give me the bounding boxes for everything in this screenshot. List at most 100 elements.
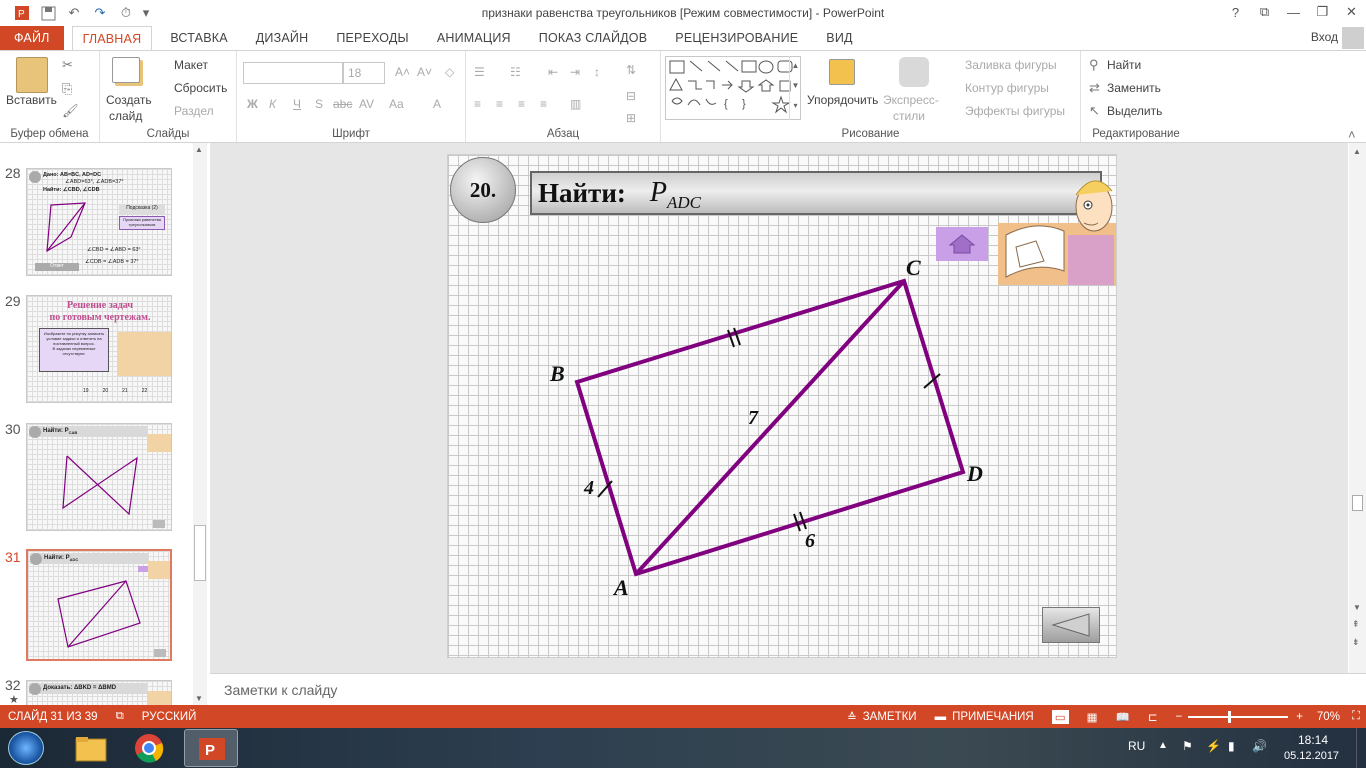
shadow-button[interactable]: S — [315, 97, 323, 111]
notes-pane[interactable]: Заметки к слайду — [210, 673, 1366, 705]
reading-view-icon[interactable]: 📖 — [1116, 710, 1130, 724]
numbering-icon[interactable]: ☷ — [510, 65, 521, 79]
align-left-icon[interactable]: ≡ — [474, 97, 481, 111]
comments-toggle[interactable]: ПРИМЕЧАНИЯ — [952, 711, 1034, 723]
quick-styles-button[interactable]: Экспресс- — [883, 93, 939, 107]
align-text-icon[interactable]: ⊟ — [626, 89, 636, 103]
scroll-down-icon[interactable]: ▼ — [195, 694, 203, 703]
current-slide[interactable]: 20. Найти: P ADC A B C D 4 7 6 — [447, 154, 1117, 658]
language-indicator[interactable]: РУССКИЙ — [142, 711, 197, 723]
scroll-up-icon[interactable]: ▲ — [195, 145, 203, 154]
find-button[interactable]: Найти — [1107, 58, 1141, 72]
font-size-input[interactable]: 18 — [343, 62, 385, 84]
tab-insert[interactable]: ВСТАВКА — [160, 26, 237, 50]
shapes-gallery[interactable]: {} — [665, 56, 801, 120]
maximize-icon[interactable]: ❐ — [1308, 0, 1337, 24]
underline-button[interactable]: Ч — [293, 97, 301, 111]
ribbon-display-icon[interactable]: ⧉ — [1250, 0, 1279, 24]
tab-file[interactable]: ФАЙЛ — [0, 26, 64, 50]
customize-qat-icon[interactable]: ▾ — [140, 2, 152, 24]
font-color-button[interactable]: A — [433, 97, 441, 111]
tray-volume-icon[interactable]: 🔊 — [1252, 739, 1267, 753]
arrange-button[interactable]: Упорядочить — [807, 93, 878, 107]
tab-review[interactable]: РЕЦЕНЗИРОВАНИЕ — [665, 26, 808, 50]
thumbnail-slide-30[interactable]: Найти: PCAB — [26, 423, 172, 531]
tab-transitions[interactable]: ПЕРЕХОДЫ — [326, 26, 419, 50]
zoom-out-icon[interactable]: − — [1175, 711, 1182, 723]
replace-button[interactable]: Заменить — [1107, 81, 1161, 95]
shape-outline-button[interactable]: Контур фигуры — [965, 81, 1049, 95]
scroll-up-icon[interactable]: ▲ — [1353, 147, 1361, 156]
decrease-indent-icon[interactable]: ⇤ — [548, 65, 558, 79]
paste-button[interactable]: Вставить — [6, 93, 57, 107]
tray-signal-icon[interactable]: ▮ — [1228, 739, 1235, 753]
spellcheck-icon[interactable]: ⧉ — [116, 710, 124, 723]
bold-button[interactable]: Ж — [247, 97, 258, 111]
new-slide-button-line2[interactable]: слайд — [109, 109, 142, 123]
thumbnail-slide-31[interactable]: Найти: PADC — [26, 549, 172, 661]
slide-scroll-thumb[interactable] — [1352, 495, 1363, 511]
tab-animations[interactable]: АНИМАЦИЯ — [427, 26, 521, 50]
collapse-ribbon-icon[interactable]: ˄ — [1348, 127, 1356, 142]
tab-design[interactable]: ДИЗАЙН — [246, 26, 319, 50]
select-button[interactable]: Выделить — [1107, 104, 1162, 118]
increase-indent-icon[interactable]: ⇥ — [570, 65, 580, 79]
sign-in-link[interactable]: Вход — [1311, 30, 1338, 44]
zoom-slider-thumb[interactable] — [1228, 710, 1232, 723]
format-painter-icon[interactable]: 🖌 — [62, 103, 79, 119]
justify-icon[interactable]: ≡ — [540, 97, 547, 111]
columns-icon[interactable]: ▥ — [570, 97, 581, 111]
avatar[interactable] — [1342, 27, 1364, 49]
close-icon[interactable]: ✕ — [1337, 0, 1366, 24]
minimize-icon[interactable]: — — [1279, 0, 1308, 24]
taskbar-explorer[interactable] — [64, 729, 118, 767]
thumbnail-slide-28[interactable]: Дано: AB=BC, AD=DC ∠ABD=63°, ∠ADB=37° На… — [26, 168, 172, 276]
zoom-slider[interactable] — [1188, 710, 1289, 723]
shrink-font-icon[interactable]: A˅ — [417, 65, 432, 79]
slide-sorter-icon[interactable]: ▦ — [1087, 710, 1098, 724]
tray-network-icon[interactable]: ⚡ — [1206, 739, 1221, 753]
shape-effects-button[interactable]: Эффекты фигуры — [965, 104, 1065, 118]
grow-font-icon[interactable]: A˄ — [395, 65, 410, 79]
bullets-icon[interactable]: ☰ — [474, 65, 485, 79]
input-language[interactable]: RU — [1128, 739, 1145, 753]
thumbnail-slide-29[interactable]: Решение задач по готовым чертежам. Изобр… — [26, 295, 172, 403]
new-slide-icon[interactable] — [112, 57, 140, 83]
smartart-icon[interactable]: ⊞ — [626, 111, 636, 125]
start-show-icon[interactable]: ⏱ — [114, 2, 138, 24]
char-spacing-button[interactable]: AV — [359, 97, 374, 111]
strikethrough-button[interactable]: abc — [333, 97, 352, 111]
copy-icon[interactable]: ⎘ — [62, 81, 72, 97]
tray-flag-icon[interactable]: ⚑ — [1182, 739, 1193, 753]
start-button[interactable] — [8, 731, 44, 765]
redo-icon[interactable]: ↷ — [88, 2, 112, 24]
show-desktop-button[interactable] — [1356, 728, 1366, 768]
text-direction-icon[interactable]: ⇅ — [626, 63, 636, 77]
quick-styles-icon[interactable] — [899, 57, 929, 87]
reset-button[interactable]: Сбросить — [174, 81, 227, 95]
slideshow-icon[interactable]: ⊏ — [1148, 710, 1158, 724]
scroll-down-icon[interactable]: ▼ — [1353, 603, 1361, 612]
tab-home[interactable]: ГЛАВНАЯ — [71, 26, 153, 50]
align-center-icon[interactable]: ≡ — [496, 97, 503, 111]
clock-date[interactable]: 05.12.2017 — [1284, 750, 1339, 762]
taskbar-powerpoint[interactable]: P — [184, 729, 238, 767]
taskbar-chrome[interactable] — [122, 729, 176, 767]
tab-slideshow[interactable]: ПОКАЗ СЛАЙДОВ — [529, 26, 657, 50]
font-name-input[interactable] — [243, 62, 343, 84]
change-case-button[interactable]: Aa — [389, 97, 404, 111]
cut-icon[interactable]: ✂ — [62, 57, 73, 73]
zoom-level[interactable]: 70% — [1317, 711, 1340, 723]
thumbnail-slide-32[interactable]: Доказать: ΔBKD = ΔBMD — [26, 680, 172, 705]
thumbnails-scrollbar[interactable]: ▲ ▼ — [193, 143, 207, 705]
slide-scrollbar[interactable]: ▲ ▼ ⇞ ⇟ — [1349, 143, 1366, 673]
normal-view-icon[interactable]: ▭ — [1051, 709, 1069, 724]
fit-slide-icon[interactable]: ⛶ — [1352, 710, 1360, 723]
next-slide-icon[interactable]: ⇟ — [1352, 637, 1360, 648]
undo-icon[interactable]: ↶ — [62, 2, 86, 24]
previous-slide-icon[interactable]: ⇞ — [1352, 619, 1360, 630]
shape-fill-button[interactable]: Заливка фигуры — [965, 58, 1057, 72]
app-icon[interactable]: P — [10, 2, 34, 24]
section-button[interactable]: Раздел — [174, 104, 214, 118]
line-spacing-icon[interactable]: ↕ — [594, 65, 600, 79]
